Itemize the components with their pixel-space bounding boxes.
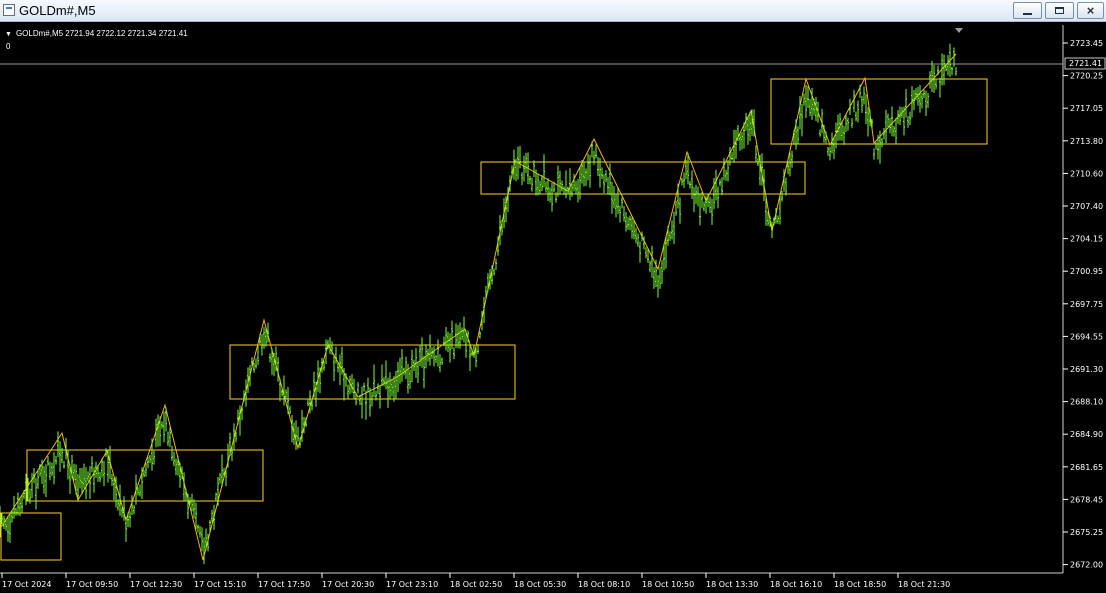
price-axis-label: 2691.30 [1070, 365, 1103, 374]
chart-shift-marker-icon [955, 28, 963, 33]
price-axis-label: 2710.60 [1070, 169, 1103, 178]
price-axis-label: 2717.05 [1070, 104, 1103, 113]
time-axis-label: 18 Oct 18:50 [834, 580, 886, 589]
price-axis-label: 2688.10 [1070, 398, 1103, 407]
maximize-button[interactable] [1045, 2, 1074, 19]
price-axis-label: 2713.80 [1070, 137, 1103, 146]
price-axis-label: 2723.45 [1070, 39, 1103, 48]
minimize-icon [1023, 12, 1032, 15]
time-axis-label: 18 Oct 21:30 [898, 580, 950, 589]
price-axis-label: 2684.90 [1070, 430, 1103, 439]
time-axis-label: 18 Oct 16:10 [770, 580, 822, 589]
price-axis-label: 2672.00 [1070, 561, 1103, 570]
current-price-label: 2721.41 [1069, 59, 1102, 68]
close-icon: × [1086, 3, 1095, 18]
time-axis-label: 17 Oct 17:50 [258, 580, 310, 589]
price-axis-label: 2681.65 [1070, 463, 1103, 472]
dropdown-triangle-icon: ▼ [5, 31, 12, 38]
price-axis-label: 2707.40 [1070, 202, 1103, 211]
time-axis-label: 17 Oct 2024 [2, 580, 51, 589]
indicator-value: 0 [6, 42, 11, 51]
time-axis-label: 17 Oct 23:10 [386, 580, 438, 589]
symbol-info: ▼ GOLDm#,M5 2721.94 2722.12 2721.34 2721.… [5, 29, 188, 38]
time-axis-label: 17 Oct 09:50 [66, 580, 118, 589]
price-chart[interactable]: 2723.45 2720.25 2717.05 2713.80 2710.60 2707.… [0, 25, 1106, 593]
price-axis-label: 2675.25 [1070, 528, 1103, 537]
time-axis-label: 18 Oct 13:30 [706, 580, 758, 589]
chart-icon [3, 4, 15, 16]
window-title: GOLDm#,M5 [19, 3, 96, 18]
maximize-icon [1055, 7, 1064, 14]
mt4-chart-window: GOLDm#,M5 × 2723.45 2720.25 2717.05 2713.80… [0, 0, 1106, 593]
time-axis-label: 18 Oct 08:10 [578, 580, 630, 589]
time-axis-label: 17 Oct 12:30 [130, 580, 182, 589]
minimize-button[interactable] [1013, 2, 1042, 19]
price-axis-label: 2720.25 [1070, 72, 1103, 81]
chart-canvas[interactable]: 2723.45 2720.25 2717.05 2713.80 2710.60 2707.… [0, 25, 1106, 593]
symbol-info-text: GOLDm#,M5 2721.94 2722.12 2721.34 2721.4… [15, 29, 188, 38]
time-axis-label: 18 Oct 02:50 [450, 580, 502, 589]
time-axis-label: 18 Oct 05:30 [514, 580, 566, 589]
time-axis-label: 18 Oct 10:50 [642, 580, 694, 589]
price-axis-label: 2678.45 [1070, 495, 1103, 504]
price-axis-label: 2694.55 [1070, 332, 1103, 341]
window-titlebar[interactable]: GOLDm#,M5 × [0, 0, 1106, 22]
time-axis-label: 17 Oct 15:10 [194, 580, 246, 589]
price-axis-label: 2697.75 [1070, 300, 1103, 309]
zigzag-line [0, 53, 957, 561]
price-axis-label: 2700.95 [1070, 267, 1103, 276]
price-axis-label: 2704.15 [1070, 235, 1103, 244]
close-button[interactable]: × [1077, 2, 1104, 19]
time-axis-label: 17 Oct 20:30 [322, 580, 374, 589]
